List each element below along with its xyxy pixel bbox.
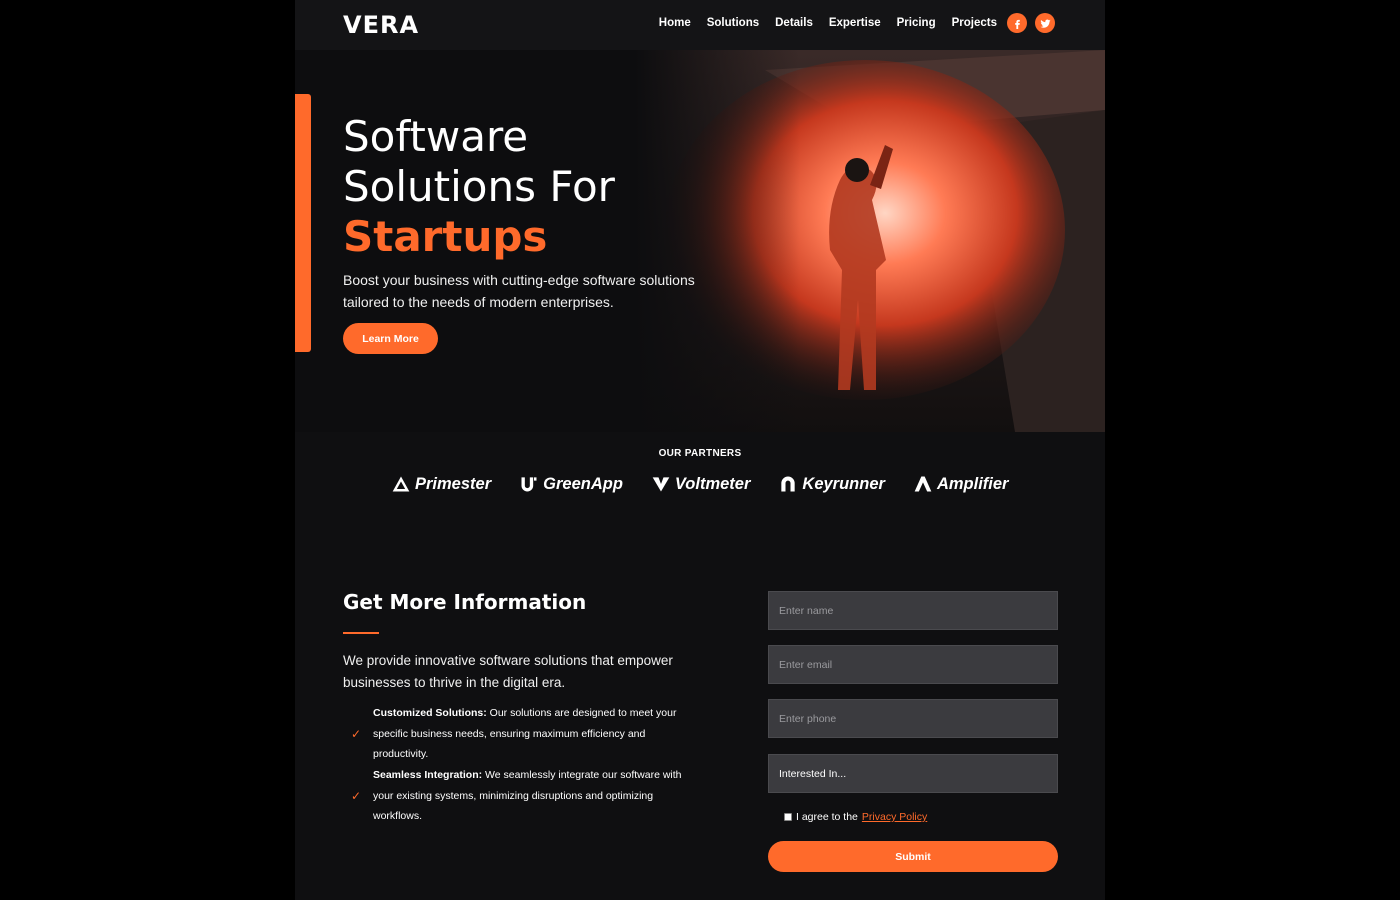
hero-title-accent: Startups [343, 212, 548, 261]
submit-button[interactable]: Submit [768, 841, 1058, 872]
agree-checkbox[interactable] [784, 813, 792, 821]
hero-title: Software Solutions For Startups [343, 112, 615, 262]
partners-section: OUR PARTNERS Primester GreenApp Voltmete… [295, 432, 1105, 542]
name-field[interactable] [768, 591, 1058, 630]
phone-field[interactable] [768, 699, 1058, 738]
keyrunner-icon [781, 476, 796, 492]
voltmeter-icon [652, 477, 670, 492]
email-field[interactable] [768, 645, 1058, 684]
brand-logo[interactable]: VERA [343, 11, 419, 39]
partner-greenapp: GreenApp [519, 474, 623, 494]
feature-item: ✓ Customized Solutions: Our solutions ar… [351, 703, 691, 765]
info-divider [343, 632, 379, 634]
hero-accent-bar [295, 94, 311, 352]
partner-logos: Primester GreenApp Voltmeter Keyrunner A… [391, 474, 1008, 494]
partner-label: Amplifier [936, 474, 1009, 493]
page: VERA Home Solutions Details Expertise Pr… [295, 0, 1105, 900]
nav-home[interactable]: Home [659, 17, 691, 29]
nav-projects[interactable]: Projects [952, 17, 997, 29]
partner-keyrunner: Keyrunner [778, 474, 885, 494]
agree-label: I agree to the [796, 811, 858, 823]
partner-label: Voltmeter [674, 474, 751, 493]
twitter-icon[interactable] [1035, 13, 1055, 33]
feature-item: ✓ Seamless Integration: We seamlessly in… [351, 765, 691, 827]
partner-label: Primester [415, 474, 492, 493]
feature-title: Customized Solutions: [373, 707, 487, 719]
hero-section: Software Solutions For Startups Boost yo… [295, 50, 1105, 432]
hero-title-line1: Software [343, 112, 529, 161]
facebook-icon[interactable] [1007, 13, 1027, 33]
info-title: Get More Information [343, 590, 587, 614]
privacy-policy-link[interactable]: Privacy Policy [862, 811, 927, 823]
interest-select[interactable]: Interested In... [768, 754, 1058, 793]
partner-primester: Primester [391, 474, 491, 494]
hero-image [635, 50, 1105, 432]
nav-pricing[interactable]: Pricing [897, 17, 936, 29]
hero-subtitle: Boost your business with cutting-edge so… [343, 272, 695, 310]
hero-title-line2: Solutions For [343, 162, 615, 211]
partners-title: OUR PARTNERS [658, 448, 742, 459]
feature-title: Seamless Integration: [373, 769, 483, 781]
nav-details[interactable]: Details [775, 17, 813, 29]
amplifier-icon [914, 476, 932, 492]
partner-label: GreenApp [543, 474, 623, 493]
info-description: We provide innovative software solutions… [343, 653, 673, 690]
nav-expertise[interactable]: Expertise [829, 17, 881, 29]
feature-text: Seamless Integration: We seamlessly inte… [373, 765, 691, 827]
top-navbar: VERA Home Solutions Details Expertise Pr… [295, 0, 1105, 50]
nav-solutions[interactable]: Solutions [707, 17, 759, 29]
partner-label: Keyrunner [802, 474, 885, 493]
partner-amplifier: Amplifier [913, 474, 1009, 494]
check-icon: ✓ [351, 788, 362, 803]
learn-more-button[interactable]: Learn More [343, 323, 438, 354]
check-icon: ✓ [351, 726, 362, 741]
primester-icon [392, 476, 410, 492]
partner-voltmeter: Voltmeter [651, 474, 751, 494]
privacy-agreement: I agree to the Privacy Policy [784, 811, 927, 823]
greenapp-icon [521, 477, 537, 492]
feature-text: Customized Solutions: Our solutions are … [373, 703, 691, 765]
nav-links: Home Solutions Details Expertise Pricing… [659, 13, 1055, 33]
